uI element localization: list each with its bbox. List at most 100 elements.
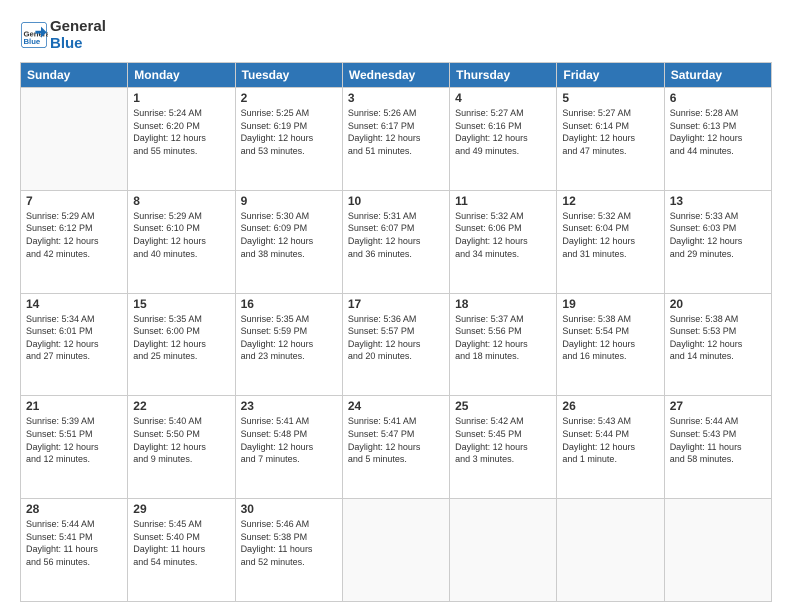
day-info: Sunrise: 5:28 AM Sunset: 6:13 PM Dayligh… — [670, 107, 766, 157]
day-number: 12 — [562, 194, 658, 208]
calendar-cell: 2 Sunrise: 5:25 AM Sunset: 6:19 PM Daylig… — [235, 88, 342, 191]
col-thursday: Thursday — [450, 63, 557, 88]
day-number: 27 — [670, 399, 766, 413]
day-number: 21 — [26, 399, 122, 413]
calendar-week-row: 14 Sunrise: 5:34 AM Sunset: 6:01 PM Dayli… — [21, 293, 772, 396]
day-number: 23 — [241, 399, 337, 413]
day-number: 14 — [26, 297, 122, 311]
day-number: 19 — [562, 297, 658, 311]
calendar-cell: 25 Sunrise: 5:42 AM Sunset: 5:45 PM Dayli… — [450, 396, 557, 499]
calendar-cell — [342, 499, 449, 602]
col-sunday: Sunday — [21, 63, 128, 88]
day-info: Sunrise: 5:36 AM Sunset: 5:57 PM Dayligh… — [348, 313, 444, 363]
day-info: Sunrise: 5:25 AM Sunset: 6:19 PM Dayligh… — [241, 107, 337, 157]
day-info: Sunrise: 5:29 AM Sunset: 6:10 PM Dayligh… — [133, 210, 229, 260]
day-info: Sunrise: 5:44 AM Sunset: 5:41 PM Dayligh… — [26, 518, 122, 568]
day-number: 1 — [133, 91, 229, 105]
day-number: 11 — [455, 194, 551, 208]
day-number: 30 — [241, 502, 337, 516]
day-number: 13 — [670, 194, 766, 208]
day-info: Sunrise: 5:39 AM Sunset: 5:51 PM Dayligh… — [26, 415, 122, 465]
day-info: Sunrise: 5:35 AM Sunset: 6:00 PM Dayligh… — [133, 313, 229, 363]
calendar-week-row: 1Sunrise: 5:24 AM Sunset: 6:20 PM Daylig… — [21, 88, 772, 191]
calendar-cell: 30 Sunrise: 5:46 AM Sunset: 5:38 PM Dayli… — [235, 499, 342, 602]
day-number: 26 — [562, 399, 658, 413]
day-info: Sunrise: 5:41 AM Sunset: 5:47 PM Dayligh… — [348, 415, 444, 465]
day-number: 3 — [348, 91, 444, 105]
calendar-table: Sunday Monday Tuesday Wednesday Thursday… — [20, 62, 772, 602]
day-number: 2 — [241, 91, 337, 105]
calendar-cell: 28 Sunrise: 5:44 AM Sunset: 5:41 PM Dayli… — [21, 499, 128, 602]
day-info: Sunrise: 5:43 AM Sunset: 5:44 PM Dayligh… — [562, 415, 658, 465]
logo-text-block: General Blue — [50, 18, 106, 52]
day-info: Sunrise: 5:29 AM Sunset: 6:12 PM Dayligh… — [26, 210, 122, 260]
calendar-cell: 19 Sunrise: 5:38 AM Sunset: 5:54 PM Dayli… — [557, 293, 664, 396]
day-number: 15 — [133, 297, 229, 311]
day-number: 22 — [133, 399, 229, 413]
calendar-cell: 11 Sunrise: 5:32 AM Sunset: 6:06 PM Dayli… — [450, 190, 557, 293]
day-number: 25 — [455, 399, 551, 413]
calendar-cell: 20 Sunrise: 5:38 AM Sunset: 5:53 PM Dayli… — [664, 293, 771, 396]
day-info: Sunrise: 5:37 AM Sunset: 5:56 PM Dayligh… — [455, 313, 551, 363]
calendar-week-row: 28 Sunrise: 5:44 AM Sunset: 5:41 PM Dayli… — [21, 499, 772, 602]
calendar-cell: 3 Sunrise: 5:26 AM Sunset: 6:17 PM Daylig… — [342, 88, 449, 191]
day-number: 20 — [670, 297, 766, 311]
calendar-cell: 7 Sunrise: 5:29 AM Sunset: 6:12 PM Daylig… — [21, 190, 128, 293]
day-info: Sunrise: 5:32 AM Sunset: 6:06 PM Dayligh… — [455, 210, 551, 260]
calendar-cell — [21, 88, 128, 191]
calendar-cell: 29 Sunrise: 5:45 AM Sunset: 5:40 PM Dayli… — [128, 499, 235, 602]
day-info: Sunrise: 5:40 AM Sunset: 5:50 PM Dayligh… — [133, 415, 229, 465]
day-info: Sunrise: 5:46 AM Sunset: 5:38 PM Dayligh… — [241, 518, 337, 568]
day-info: Sunrise: 5:33 AM Sunset: 6:03 PM Dayligh… — [670, 210, 766, 260]
day-info: Sunrise: 5:38 AM Sunset: 5:53 PM Dayligh… — [670, 313, 766, 363]
day-info: Sunrise: 5:41 AM Sunset: 5:48 PM Dayligh… — [241, 415, 337, 465]
day-info: Sunrise: 5:31 AM Sunset: 6:07 PM Dayligh… — [348, 210, 444, 260]
day-info: Sunrise: 5:27 AM Sunset: 6:16 PM Dayligh… — [455, 107, 551, 157]
page: General Blue General Blue Sunday Monday … — [0, 0, 792, 612]
day-number: 7 — [26, 194, 122, 208]
day-info: Sunrise: 5:26 AM Sunset: 6:17 PM Dayligh… — [348, 107, 444, 157]
day-info: Sunrise: 5:32 AM Sunset: 6:04 PM Dayligh… — [562, 210, 658, 260]
calendar-cell: 27Sunrise: 5:44 AM Sunset: 5:43 PM Dayli… — [664, 396, 771, 499]
day-info: Sunrise: 5:27 AM Sunset: 6:14 PM Dayligh… — [562, 107, 658, 157]
calendar-cell: 26 Sunrise: 5:43 AM Sunset: 5:44 PM Dayli… — [557, 396, 664, 499]
logo: General Blue General Blue — [20, 18, 106, 52]
day-number: 28 — [26, 502, 122, 516]
calendar-cell: 24 Sunrise: 5:41 AM Sunset: 5:47 PM Dayli… — [342, 396, 449, 499]
calendar-cell: 23 Sunrise: 5:41 AM Sunset: 5:48 PM Dayli… — [235, 396, 342, 499]
day-number: 10 — [348, 194, 444, 208]
calendar-cell: 14 Sunrise: 5:34 AM Sunset: 6:01 PM Dayli… — [21, 293, 128, 396]
calendar-cell — [664, 499, 771, 602]
calendar-cell: 10 Sunrise: 5:31 AM Sunset: 6:07 PM Dayli… — [342, 190, 449, 293]
calendar-cell: 17Sunrise: 5:36 AM Sunset: 5:57 PM Dayli… — [342, 293, 449, 396]
calendar-cell — [557, 499, 664, 602]
day-info: Sunrise: 5:38 AM Sunset: 5:54 PM Dayligh… — [562, 313, 658, 363]
calendar-cell: 16 Sunrise: 5:35 AM Sunset: 5:59 PM Dayli… — [235, 293, 342, 396]
day-info: Sunrise: 5:30 AM Sunset: 6:09 PM Dayligh… — [241, 210, 337, 260]
day-info: Sunrise: 5:42 AM Sunset: 5:45 PM Dayligh… — [455, 415, 551, 465]
calendar-cell — [450, 499, 557, 602]
calendar-cell: 5 Sunrise: 5:27 AM Sunset: 6:14 PM Daylig… — [557, 88, 664, 191]
col-monday: Monday — [128, 63, 235, 88]
calendar-header-row: Sunday Monday Tuesday Wednesday Thursday… — [21, 63, 772, 88]
day-number: 29 — [133, 502, 229, 516]
day-info: Sunrise: 5:35 AM Sunset: 5:59 PM Dayligh… — [241, 313, 337, 363]
col-saturday: Saturday — [664, 63, 771, 88]
calendar-cell: 8 Sunrise: 5:29 AM Sunset: 6:10 PM Daylig… — [128, 190, 235, 293]
logo-icon: General Blue — [20, 21, 48, 49]
day-number: 5 — [562, 91, 658, 105]
day-number: 24 — [348, 399, 444, 413]
calendar-cell: 21 Sunrise: 5:39 AM Sunset: 5:51 PM Dayli… — [21, 396, 128, 499]
header: General Blue General Blue — [20, 18, 772, 52]
calendar-cell: 9Sunrise: 5:30 AM Sunset: 6:09 PM Daylig… — [235, 190, 342, 293]
calendar-week-row: 21 Sunrise: 5:39 AM Sunset: 5:51 PM Dayli… — [21, 396, 772, 499]
day-info: Sunrise: 5:34 AM Sunset: 6:01 PM Dayligh… — [26, 313, 122, 363]
day-info: Sunrise: 5:45 AM Sunset: 5:40 PM Dayligh… — [133, 518, 229, 568]
calendar-cell: 18Sunrise: 5:37 AM Sunset: 5:56 PM Dayli… — [450, 293, 557, 396]
day-number: 16 — [241, 297, 337, 311]
calendar-cell: 13 Sunrise: 5:33 AM Sunset: 6:03 PM Dayli… — [664, 190, 771, 293]
col-wednesday: Wednesday — [342, 63, 449, 88]
day-number: 8 — [133, 194, 229, 208]
day-number: 6 — [670, 91, 766, 105]
calendar-cell: 1Sunrise: 5:24 AM Sunset: 6:20 PM Daylig… — [128, 88, 235, 191]
